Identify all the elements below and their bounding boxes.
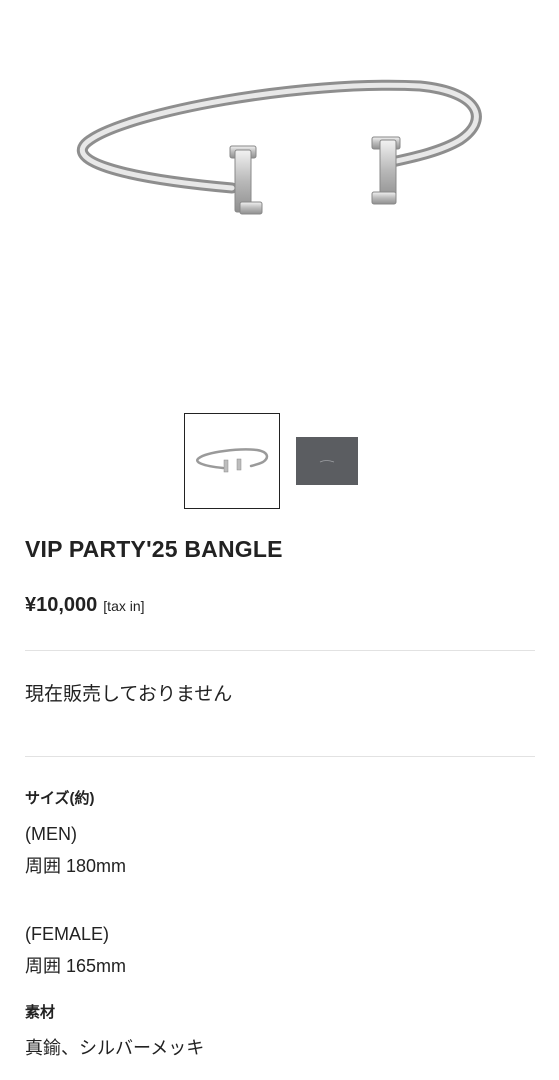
thumbnail-strip bbox=[0, 413, 559, 509]
product-spec: サイズ(約) (MEN) 周囲 180mm (FEMALE) 周囲 165mm … bbox=[25, 788, 535, 1064]
thumbnail-box[interactable] bbox=[296, 437, 358, 485]
men-size-value: 周囲 180mm bbox=[25, 856, 127, 876]
material-heading: 素材 bbox=[25, 1004, 56, 1021]
thumbnail-bangle[interactable] bbox=[184, 413, 280, 509]
product-price: ¥10,000 bbox=[25, 594, 98, 616]
female-size-label: (FEMALE) bbox=[25, 924, 110, 944]
tax-note: [tax in] bbox=[103, 598, 145, 614]
product-main-image[interactable] bbox=[0, 0, 559, 400]
product-title: VIP PARTY'25 BANGLE bbox=[25, 536, 283, 562]
bangle-thumbnail-image bbox=[196, 448, 269, 473]
bangle-image bbox=[77, 79, 482, 215]
price-row: ¥10,000 [tax in] bbox=[25, 594, 145, 617]
divider bbox=[25, 650, 535, 651]
sales-status: 現在販売しておりません bbox=[25, 684, 233, 705]
divider bbox=[25, 756, 535, 757]
size-heading: サイズ(約) bbox=[25, 790, 95, 807]
material-value: 真鍮、シルバーメッキ bbox=[25, 1038, 205, 1058]
box-thumbnail-image bbox=[319, 460, 335, 463]
female-size-value: 周囲 165mm bbox=[25, 956, 127, 976]
men-size-label: (MEN) bbox=[25, 824, 77, 844]
